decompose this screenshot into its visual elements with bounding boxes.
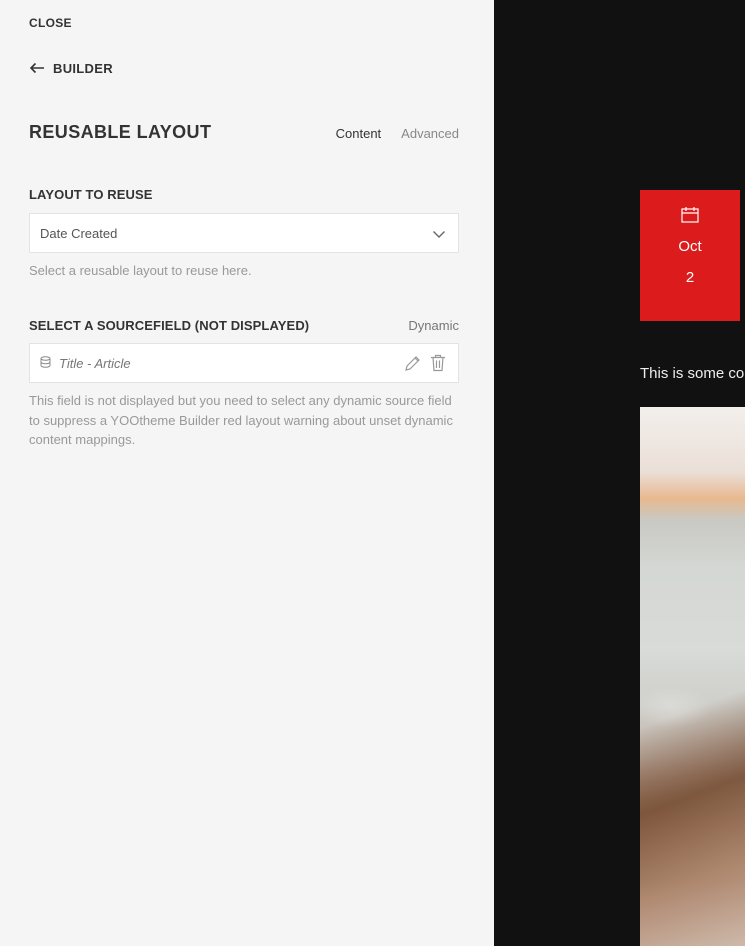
layout-select-value: Date Created bbox=[40, 225, 118, 241]
tab-advanced[interactable]: Advanced bbox=[401, 126, 459, 141]
preview-text: This is some co bbox=[640, 365, 745, 382]
date-badge: Oct 2 bbox=[640, 190, 740, 321]
dynamic-toggle[interactable]: Dynamic bbox=[408, 318, 459, 333]
chevron-down-icon bbox=[432, 227, 446, 244]
layout-help-text: Select a reusable layout to reuse here. bbox=[29, 263, 252, 278]
source-field-value: Title - Article bbox=[59, 355, 131, 371]
source-field[interactable]: Title - Article bbox=[29, 343, 459, 383]
preview-image bbox=[640, 407, 745, 946]
calendar-icon bbox=[681, 207, 699, 228]
close-button[interactable]: CLOSE bbox=[29, 16, 72, 30]
tab-content[interactable]: Content bbox=[336, 126, 382, 141]
layout-select[interactable]: Date Created bbox=[29, 213, 459, 253]
database-icon bbox=[40, 355, 51, 371]
arrow-left-icon bbox=[29, 62, 45, 74]
back-link-label: BUILDER bbox=[53, 60, 113, 76]
date-day: 2 bbox=[685, 269, 695, 286]
source-help-text: This field is not displayed but you need… bbox=[29, 393, 453, 447]
trash-icon[interactable] bbox=[430, 354, 446, 375]
panel-tabs: Content Advanced bbox=[336, 126, 459, 141]
panel-title: REUSABLE LAYOUT bbox=[29, 122, 212, 142]
layout-field-label: LAYOUT TO REUSE bbox=[29, 187, 153, 202]
settings-panel: CLOSE BUILDER REUSABLE LAYOUT Content Ad… bbox=[0, 0, 494, 946]
back-to-builder-link[interactable]: BUILDER bbox=[29, 60, 113, 76]
page-preview: Oct 2 This is some co bbox=[494, 0, 745, 946]
pencil-icon[interactable] bbox=[404, 354, 420, 375]
source-field-label: SELECT A SOURCEFIELD (NOT DISPLAYED) bbox=[29, 318, 310, 333]
date-month: Oct bbox=[678, 238, 702, 255]
